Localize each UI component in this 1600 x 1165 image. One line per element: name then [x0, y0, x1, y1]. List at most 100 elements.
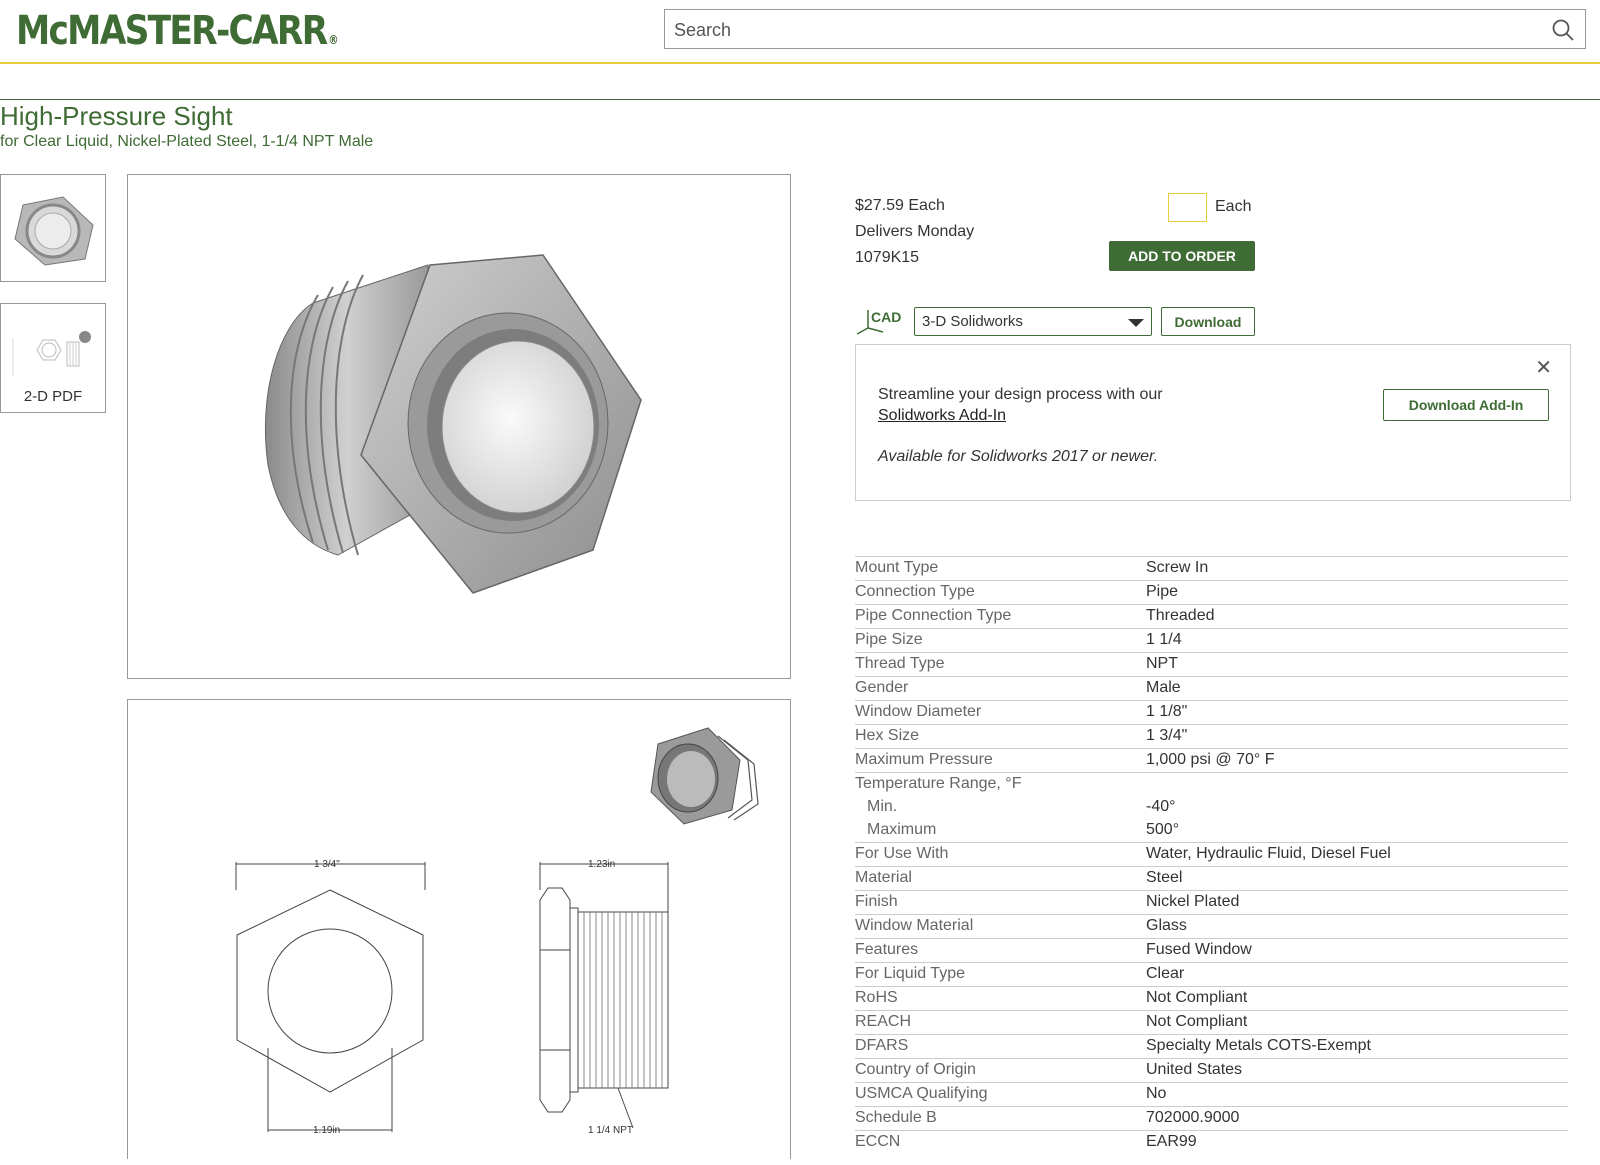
spec-value: EAR99 — [1146, 1133, 1197, 1150]
spec-row: Maximum Pressure 1,000 psi @ 70° F — [855, 748, 1568, 772]
spec-value: Male — [1146, 679, 1181, 696]
spec-value: Water, Hydraulic Fluid, Diesel Fuel — [1146, 845, 1391, 862]
spec-label: Maximum — [867, 821, 937, 838]
spec-label: DFARS — [855, 1037, 909, 1054]
spec-row: Pipe Size 1 1/4 — [855, 628, 1568, 652]
page-subtitle: for Clear Liquid, Nickel-Plated Steel, 1… — [0, 133, 374, 150]
promo-text: Streamline your design process with our — [878, 386, 1163, 403]
spec-label: Finish — [855, 893, 898, 910]
spec-label: For Use With — [855, 845, 949, 862]
spec-value: Fused Window — [1146, 941, 1252, 958]
spec-row: Finish Nickel Plated — [855, 890, 1568, 914]
spec-value: 500° — [1146, 821, 1180, 838]
search-placeholder: Search — [674, 20, 732, 40]
price-text: $27.59 Each — [855, 197, 945, 214]
part-number: 1079K15 — [855, 249, 920, 266]
solidworks-addin-link[interactable]: Solidworks Add-In — [878, 407, 1006, 425]
cad-icon: CAD — [856, 309, 901, 335]
spec-row: Window Diameter 1 1/8" — [855, 700, 1568, 724]
cad-icon-label: CAD — [871, 309, 901, 325]
dimension-drawing: 1 3/4" 1.23in 1.19in 1 1/4 NPT — [127, 699, 791, 1159]
search-icon[interactable] — [1551, 18, 1575, 42]
download-addin-button[interactable]: Download Add-In — [1383, 389, 1549, 421]
specifications-table: Mount Type Screw In Connection Type Pipe Pip… — [855, 556, 1568, 1154]
spec-label: REACH — [855, 1013, 912, 1030]
spec-value: Clear — [1146, 965, 1185, 982]
spec-label: For Liquid Type — [855, 965, 965, 982]
sight-glass-thumbnail-image — [14, 196, 94, 266]
spec-row: Temperature Range, °F — [855, 772, 1568, 796]
spec-value: 1 3/4" — [1146, 727, 1188, 744]
spec-value: Not Compliant — [1146, 1013, 1248, 1030]
spec-label: Window Diameter — [855, 703, 982, 720]
spec-value: Specialty Metals COTS-Exempt — [1146, 1037, 1371, 1054]
dimension-drawing-image: 1 3/4" 1.23in 1.19in 1 1/4 NPT — [235, 727, 759, 1136]
site-header: McMASTER-CARR ® Search — [0, 0, 1600, 64]
spec-row: Mount Type Screw In — [855, 556, 1568, 580]
main-product-image — [127, 174, 791, 679]
page-title: High-Pressure Sight — [0, 101, 233, 131]
spec-value: Steel — [1146, 869, 1183, 886]
delivery-text: Delivers Monday — [855, 223, 975, 240]
thumbnail-pdf-label: 2-D PDF — [23, 388, 83, 405]
spec-label: Features — [855, 941, 919, 958]
spec-row: Thread Type NPT — [855, 652, 1568, 676]
spec-label: Schedule B — [855, 1109, 937, 1126]
quantity-unit-label: Each — [1215, 198, 1252, 215]
cad-format-select[interactable]: 3-D Solidworks — [914, 307, 1152, 336]
spec-row: For Liquid Type Clear — [855, 962, 1568, 986]
chevron-down-icon — [1128, 319, 1144, 327]
spec-label: USMCA Qualifying — [855, 1085, 988, 1102]
spec-row: Connection Type Pipe — [855, 580, 1568, 604]
spec-value: 702000.9000 — [1146, 1109, 1240, 1126]
spec-value: 1 1/4 — [1146, 631, 1182, 648]
spec-label: Maximum Pressure — [855, 751, 993, 768]
close-icon[interactable]: ✕ — [1535, 355, 1552, 380]
spec-row: Hex Size 1 3/4" — [855, 724, 1568, 748]
solidworks-promo: ✕ Streamline your design process with ou… — [855, 344, 1571, 501]
spec-value: -40° — [1146, 798, 1176, 815]
spec-row: Material Steel — [855, 866, 1568, 890]
spec-row: Country of Origin United States — [855, 1058, 1568, 1082]
spec-row: Pipe Connection Type Threaded — [855, 604, 1568, 628]
spec-row: Maximum 500° — [855, 819, 1568, 842]
cad-download-button[interactable]: Download — [1161, 307, 1255, 336]
dim-length-label: 1.23in — [588, 859, 615, 870]
spec-row: Features Fused Window — [855, 938, 1568, 962]
spec-label: Country of Origin — [855, 1061, 976, 1078]
spec-value: 1 1/8" — [1146, 703, 1188, 720]
spec-value: United States — [1146, 1061, 1243, 1078]
spec-value: No — [1146, 1085, 1167, 1102]
drawing-thumbnail-image — [12, 331, 91, 376]
thumbnail-2d-pdf[interactable]: 2-D PDF — [0, 303, 106, 413]
cad-format-value: 3-D Solidworks — [922, 313, 1023, 330]
spec-label: Window Material — [855, 917, 974, 934]
spec-value: Pipe — [1146, 583, 1179, 600]
spec-row: DFARS Specialty Metals COTS-Exempt — [855, 1034, 1568, 1058]
spec-value: Threaded — [1146, 607, 1215, 624]
logo-registered-mark: ® — [328, 33, 339, 47]
dim-hex-label: 1 3/4" — [314, 859, 340, 870]
dim-thread-label: 1 1/4 NPT — [588, 1125, 633, 1136]
spec-row: Min. -40° — [855, 796, 1568, 819]
add-to-order-button[interactable]: ADD TO ORDER — [1109, 241, 1255, 271]
logo-text: McMASTER-CARR — [16, 8, 328, 54]
dim-window-label: 1.19in — [313, 1125, 340, 1136]
spec-label: Connection Type — [855, 583, 975, 600]
mcmaster-logo[interactable]: McMASTER-CARR ® — [16, 8, 339, 54]
spec-row: Schedule B 702000.9000 — [855, 1106, 1568, 1130]
spec-label: Gender — [855, 679, 909, 696]
search-input[interactable]: Search — [664, 9, 1586, 49]
spec-label: Mount Type — [855, 559, 939, 576]
spec-label: Material — [855, 869, 912, 886]
quantity-input[interactable] — [1168, 193, 1207, 222]
spec-label: Hex Size — [855, 727, 920, 744]
spec-label: Temperature Range, °F — [855, 775, 1022, 792]
spec-row: RoHS Not Compliant — [855, 986, 1568, 1010]
thumbnail-photo[interactable] — [0, 174, 106, 282]
spec-label: Min. — [867, 798, 898, 815]
header-divider — [0, 99, 1600, 100]
spec-row: Gender Male — [855, 676, 1568, 700]
spec-row: ECCN EAR99 — [855, 1130, 1568, 1154]
buy-info: $27.59 Each Delivers Monday 1079K15 — [855, 193, 974, 271]
